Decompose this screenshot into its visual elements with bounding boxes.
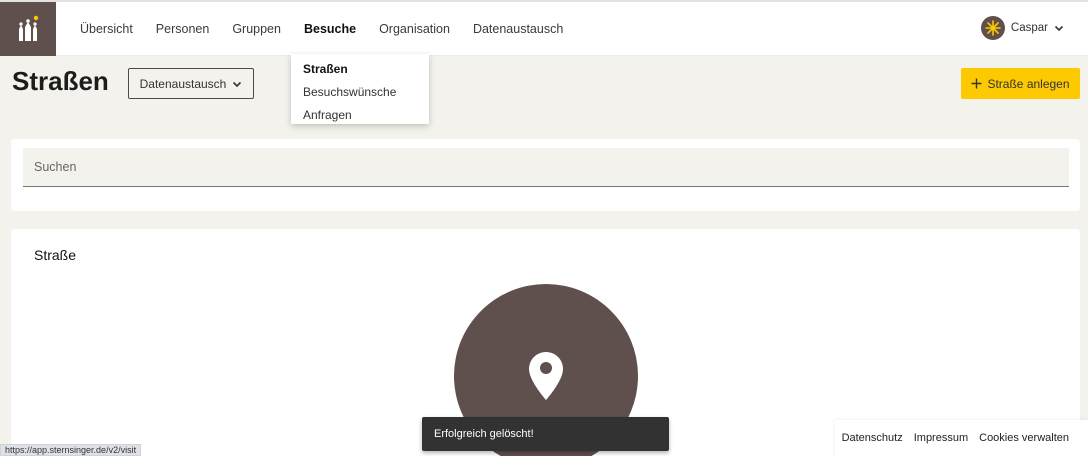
- three-kings-icon: [19, 15, 39, 41]
- datenaustausch-button-label: Datenaustausch: [139, 76, 227, 91]
- nav-item-uebersicht[interactable]: Übersicht: [80, 22, 133, 36]
- avatar: [980, 16, 1005, 40]
- nav-item-personen[interactable]: Personen: [156, 22, 210, 36]
- star-icon: [985, 20, 1001, 36]
- besuche-dropdown-menu: Straßen Besuchswünsche Anfragen: [291, 54, 429, 124]
- main-navigation: Übersicht Personen Gruppen Besuche Organ…: [80, 2, 586, 56]
- nav-item-gruppen[interactable]: Gruppen: [232, 22, 281, 36]
- status-bar-url: https://app.sternsinger.de/v2/visit: [0, 444, 142, 456]
- plus-icon: [971, 78, 982, 89]
- chevron-down-icon: [1054, 25, 1064, 32]
- top-navigation-bar: Übersicht Personen Gruppen Besuche Organ…: [0, 0, 1088, 56]
- user-menu[interactable]: Caspar: [980, 16, 1064, 40]
- add-street-button[interactable]: Straße anlegen: [961, 68, 1080, 99]
- dropdown-item-besuchswuensche[interactable]: Besuchswünsche: [291, 81, 429, 104]
- map-pin-icon: [529, 352, 563, 400]
- search-card: Suchen: [11, 139, 1080, 211]
- snackbar-toast: Erfolgreich gelöscht!: [422, 417, 669, 451]
- card-title: Straße: [34, 247, 77, 263]
- footer-link-cookies[interactable]: Cookies verwalten: [979, 432, 1069, 444]
- add-street-button-label: Straße anlegen: [987, 76, 1070, 91]
- footer-links: Datenschutz Impressum Cookies verwalten: [835, 420, 1088, 456]
- chevron-down-icon: [233, 81, 242, 87]
- page-title: Straßen: [12, 66, 109, 96]
- nav-item-besuche[interactable]: Besuche: [304, 22, 356, 36]
- datenaustausch-button[interactable]: Datenaustausch: [128, 68, 254, 99]
- footer-link-impressum[interactable]: Impressum: [914, 432, 968, 444]
- sternsinger-logo[interactable]: [0, 2, 56, 56]
- nav-item-organisation[interactable]: Organisation: [379, 22, 450, 36]
- dropdown-item-strassen[interactable]: Straßen: [291, 58, 429, 81]
- search-input[interactable]: Suchen: [23, 148, 1069, 187]
- dropdown-item-anfragen[interactable]: Anfragen: [291, 104, 429, 127]
- user-name: Caspar: [1010, 22, 1048, 34]
- nav-item-datenaustausch[interactable]: Datenaustausch: [473, 22, 563, 36]
- footer-link-datenschutz[interactable]: Datenschutz: [842, 432, 903, 444]
